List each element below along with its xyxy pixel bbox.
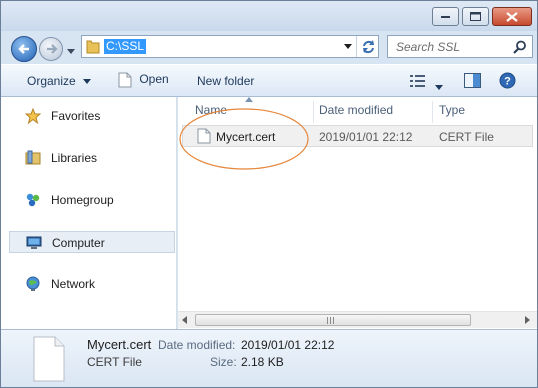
command-bar: Organize Open New folder ? <box>1 64 537 97</box>
view-options-dropdown[interactable] <box>435 79 443 93</box>
close-button[interactable] <box>492 7 532 26</box>
file-large-icon <box>33 336 65 382</box>
homegroup-icon <box>26 193 40 207</box>
nav-label: Homegroup <box>51 193 114 207</box>
nav-item-libraries[interactable]: Libraries <box>11 147 175 169</box>
computer-icon <box>26 236 42 249</box>
chevron-down-icon <box>83 79 92 85</box>
scroll-left-icon[interactable] <box>182 316 188 324</box>
nav-label: Computer <box>52 236 105 250</box>
libraries-icon <box>25 150 41 165</box>
details-size-value: 2.18 KB <box>241 355 284 369</box>
details-date-value: 2019/01/01 22:12 <box>241 338 335 352</box>
organize-label: Organize <box>27 74 76 88</box>
folder-icon <box>86 40 100 54</box>
title-bar <box>1 1 537 31</box>
back-arrow-icon <box>18 44 29 54</box>
preview-pane-button[interactable] <box>464 73 481 91</box>
forward-button[interactable] <box>39 37 63 61</box>
chevron-down-icon <box>435 85 443 90</box>
refresh-icon[interactable] <box>361 39 376 54</box>
nav-item-computer[interactable]: Computer <box>9 231 175 253</box>
close-icon <box>493 8 531 25</box>
open-label: Open <box>139 72 169 87</box>
nav-item-homegroup[interactable]: Homegroup <box>11 189 175 211</box>
svg-text:?: ? <box>504 76 511 88</box>
preview-pane-icon <box>464 73 481 88</box>
maximize-icon <box>463 8 488 25</box>
details-pane: Mycert.cert CERT File Date modified: 201… <box>1 329 537 387</box>
minimize-button[interactable] <box>432 7 459 26</box>
nav-label: Libraries <box>51 151 98 165</box>
address-path[interactable]: C:\SSL <box>104 39 147 54</box>
new-folder-button[interactable]: New folder <box>197 74 254 88</box>
horizontal-scrollbar[interactable] <box>178 311 537 328</box>
file-list: Name Date modified Type Mycert.cert 2019… <box>178 97 537 329</box>
change-view-button[interactable] <box>410 74 426 91</box>
view-list-icon <box>410 75 425 87</box>
open-button[interactable]: Open <box>118 72 169 88</box>
nav-label: Favorites <box>51 109 101 123</box>
organize-button[interactable]: Organize <box>27 74 92 88</box>
details-date-label: Date modified: <box>158 338 236 352</box>
highlight-ellipse <box>179 108 309 170</box>
new-folder-label: New folder <box>197 74 255 88</box>
grip-icon <box>327 317 334 324</box>
address-bar[interactable]: C:\SSL <box>81 35 379 58</box>
nav-label: Network <box>51 277 96 291</box>
search-placeholder: Search SSL <box>396 40 461 54</box>
help-icon: ? <box>499 72 516 89</box>
help-button[interactable]: ? <box>499 72 516 92</box>
search-box[interactable]: Search SSL <box>387 35 533 58</box>
network-icon <box>26 276 40 291</box>
back-button[interactable] <box>11 36 37 62</box>
minimize-icon <box>433 8 458 25</box>
recent-pages-dropdown[interactable] <box>67 44 76 58</box>
forward-arrow-icon <box>47 44 58 54</box>
divider <box>356 36 357 57</box>
nav-item-network[interactable]: Network <box>11 273 175 295</box>
explorer-window: C:\SSL Search SSL Organize Open New fold… <box>0 0 538 388</box>
details-filetype: CERT File <box>87 355 142 369</box>
document-icon <box>118 72 132 88</box>
search-icon[interactable] <box>513 40 527 54</box>
details-size-label: Size: <box>210 355 237 369</box>
chevron-down-icon <box>67 49 75 54</box>
address-dropdown-icon[interactable] <box>344 44 353 50</box>
navigation-pane: Favorites Libraries Homegroup Computer N… <box>1 97 177 329</box>
star-icon <box>25 108 41 124</box>
scrollbar-thumb[interactable] <box>195 314 471 326</box>
scroll-right-icon[interactable] <box>525 316 531 324</box>
nav-item-favorites[interactable]: Favorites <box>11 105 175 127</box>
maximize-button[interactable] <box>462 7 489 26</box>
details-filename: Mycert.cert <box>87 337 152 352</box>
